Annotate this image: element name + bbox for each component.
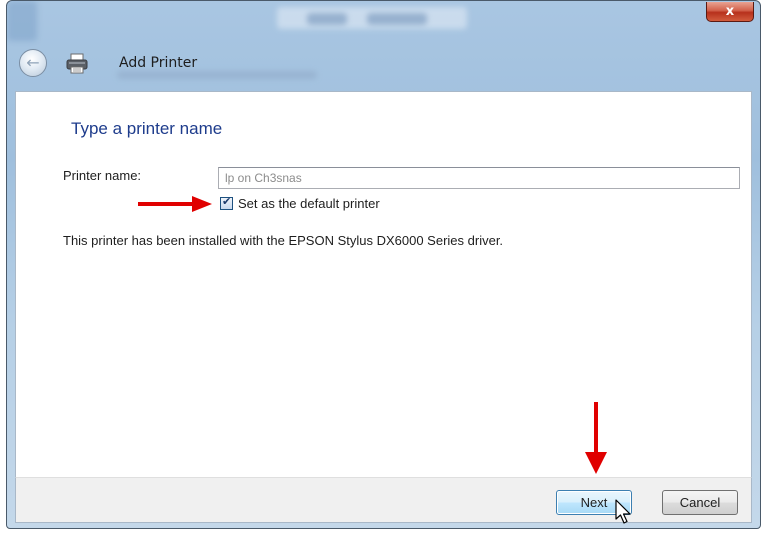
mouse-pointer-icon: [615, 499, 631, 524]
window-title: Add Printer: [119, 55, 198, 71]
printer-name-input[interactable]: lp on Ch3snas: [218, 167, 740, 189]
back-button[interactable]: ←: [19, 49, 47, 77]
wizard-content: Type a printer name Printer name: lp on …: [15, 91, 752, 477]
default-printer-checkbox-label[interactable]: Set as the default printer: [238, 196, 380, 211]
red-arrow-icon: [138, 196, 212, 212]
checkmark-icon: ✔: [222, 195, 232, 208]
wizard-footer: Next Cancel: [15, 477, 752, 523]
add-printer-window: x ← Add Printer Type a printer name Prin…: [6, 0, 761, 529]
title-bar: x ← Add Printer: [7, 1, 760, 93]
glass-reflection: [367, 13, 427, 25]
glass-reflection: [7, 1, 37, 41]
close-icon: x: [725, 4, 735, 19]
default-printer-checkbox[interactable]: ✔: [220, 195, 233, 210]
cancel-button[interactable]: Cancel: [662, 490, 738, 515]
glass-reflection: [307, 13, 347, 25]
default-printer-checkbox-row[interactable]: ✔ Set as the default printer: [220, 195, 380, 211]
printer-icon: [65, 53, 89, 75]
glass-reflection: [117, 71, 317, 79]
close-button[interactable]: x: [706, 2, 754, 22]
page-heading: Type a printer name: [71, 119, 223, 138]
driver-info-text: This printer has been installed with the…: [63, 233, 504, 248]
red-arrow-icon: [585, 402, 607, 474]
back-arrow-icon: ←: [26, 53, 40, 72]
printer-name-label: Printer name:: [63, 168, 142, 183]
